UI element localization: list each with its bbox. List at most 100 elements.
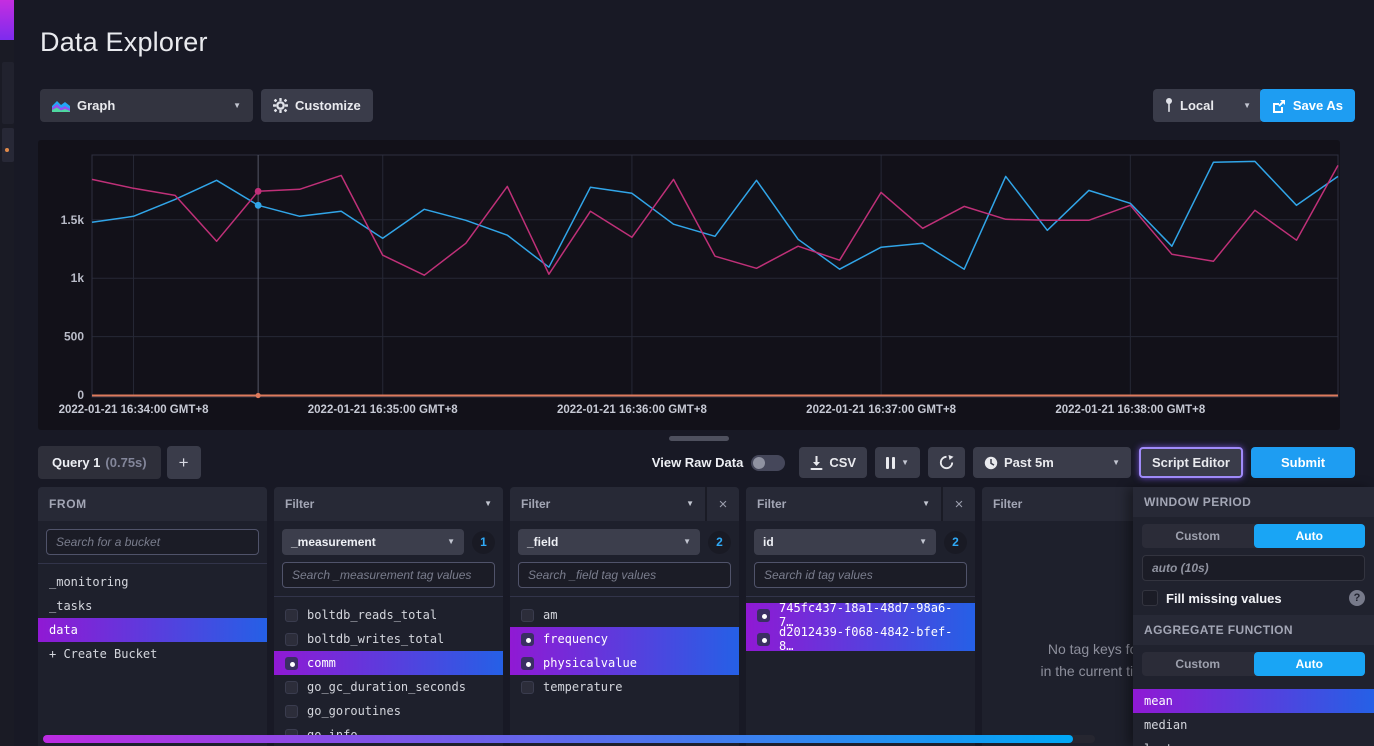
refresh-button[interactable]	[928, 447, 965, 478]
close-filter-button[interactable]: ×	[941, 487, 975, 521]
function-item[interactable]: mean	[1133, 689, 1374, 713]
submit-label: Submit	[1281, 455, 1325, 470]
chevron-down-icon: ▼	[922, 500, 930, 508]
view-type-label: Graph	[77, 98, 115, 113]
fill-missing-checkbox[interactable]	[1142, 590, 1158, 606]
filter-panel-header-row: Filter▼	[274, 487, 503, 521]
filter-panel-body: _measurement ▼ 1 boltdb_reads_total boltdb_w…	[274, 521, 503, 746]
panel-resize-handle[interactable]	[669, 436, 729, 441]
tag-key-label: _measurement	[291, 535, 376, 549]
submit-button[interactable]: Submit	[1251, 447, 1355, 478]
tag-value-search-input[interactable]	[282, 562, 495, 588]
help-icon[interactable]: ?	[1349, 590, 1365, 606]
window-custom-option[interactable]: Custom	[1142, 524, 1254, 548]
tag-value-label: go_gc_duration_seconds	[307, 680, 466, 694]
time-series-chart[interactable]: 05001k1.5k2022-01-21 16:34:00 GMT+82022-…	[38, 140, 1340, 430]
checkbox[interactable]	[285, 705, 298, 718]
csv-download-button[interactable]: CSV	[799, 447, 867, 478]
pause-button[interactable]: ▼	[875, 447, 920, 478]
window-auto-option[interactable]: Auto	[1254, 524, 1366, 548]
gear-icon	[273, 98, 288, 113]
y-tick-label: 500	[64, 330, 84, 344]
checkbox[interactable]	[521, 657, 534, 670]
add-query-button[interactable]: +	[167, 446, 201, 479]
series-orange-hover-dot	[256, 393, 261, 398]
bucket-label: _tasks	[49, 599, 92, 613]
view-raw-data-toggle[interactable]	[751, 455, 785, 471]
bucket-item[interactable]: data	[38, 618, 267, 642]
aggregate-custom-option[interactable]: Custom	[1142, 652, 1254, 676]
tag-value-row[interactable]: boltdb_reads_total	[274, 603, 503, 627]
checkbox[interactable]	[285, 657, 298, 670]
checkbox[interactable]	[521, 609, 534, 622]
window-period-input[interactable]: auto (10s)	[1142, 555, 1365, 581]
tag-value-row[interactable]: am	[510, 603, 739, 627]
view-type-dropdown[interactable]: Graph ▼	[40, 89, 253, 122]
checkbox[interactable]	[521, 633, 534, 646]
nav-rail-item[interactable]	[2, 62, 14, 124]
window-period-mode-toggle[interactable]: Custom Auto	[1142, 524, 1365, 548]
tag-key-dropdown[interactable]: _measurement ▼	[282, 529, 464, 555]
chevron-down-icon: ▼	[683, 538, 691, 546]
toggle-knob	[753, 457, 765, 469]
script-editor-button[interactable]: Script Editor	[1139, 447, 1243, 478]
checkbox[interactable]	[285, 681, 298, 694]
tag-value-label: boltdb_writes_total	[307, 632, 444, 646]
checkbox[interactable]	[521, 681, 534, 694]
tag-value-search-input[interactable]	[518, 562, 731, 588]
tag-value-search-input[interactable]	[754, 562, 967, 588]
local-dropdown[interactable]: Local ▼	[1153, 89, 1263, 122]
tag-value-row[interactable]: go_goroutines	[274, 699, 503, 723]
query-tab[interactable]: Query 1 (0.75s)	[38, 446, 161, 479]
chevron-down-icon: ▼	[686, 500, 694, 508]
pin-icon	[1165, 98, 1173, 113]
chevron-down-icon: ▼	[447, 538, 455, 546]
series-blue-line	[92, 161, 1338, 269]
chevron-down-icon: ▼	[919, 538, 927, 546]
pause-icon	[886, 457, 895, 469]
checkbox[interactable]	[285, 609, 298, 622]
aggregate-auto-option[interactable]: Auto	[1254, 652, 1366, 676]
tag-value-row[interactable]: d2012439-f068-4842-bfef-8…	[746, 627, 975, 651]
bucket-list: _monitoring _tasksdata+ Create Bucket	[38, 564, 267, 746]
bucket-item[interactable]: _monitoring	[38, 570, 267, 594]
checkbox-dot	[526, 662, 531, 667]
tag-value-row[interactable]: go_gc_duration_seconds	[274, 675, 503, 699]
app-logo[interactable]	[0, 0, 14, 40]
save-as-label: Save As	[1293, 98, 1343, 113]
function-item[interactable]: last	[1133, 737, 1374, 746]
save-as-button[interactable]: Save As	[1260, 89, 1355, 122]
selected-count-badge: 1	[472, 531, 495, 554]
tag-value-row[interactable]: 745fc437-18a1-48d7-98a6-7…	[746, 603, 975, 627]
nav-rail-item[interactable]	[2, 128, 14, 162]
aggregate-function-header: AGGREGATE FUNCTION	[1133, 615, 1374, 645]
tag-value-row[interactable]: frequency	[510, 627, 739, 651]
tag-key-row: _measurement ▼ 1	[282, 529, 495, 555]
customize-button[interactable]: Customize	[261, 89, 373, 122]
function-item[interactable]: median	[1133, 713, 1374, 737]
tag-value-row[interactable]: comm	[274, 651, 503, 675]
tag-value-row[interactable]: temperature	[510, 675, 739, 699]
selected-count-badge: 2	[944, 531, 967, 554]
plot-border	[92, 155, 1338, 397]
chart-svg: 05001k1.5k2022-01-21 16:34:00 GMT+82022-…	[38, 140, 1340, 430]
filter-panel: Filter▼×id▼2745fc437-18a1-48d7-98a6-7…d2…	[746, 487, 975, 746]
bucket-label: _monitoring	[49, 575, 128, 589]
series-magenta-hover-dot	[255, 188, 262, 195]
tag-key-dropdown[interactable]: id▼	[754, 529, 936, 555]
checkbox[interactable]	[285, 633, 298, 646]
bucket-item[interactable]: _tasks	[38, 594, 267, 618]
clock-icon	[984, 456, 998, 470]
time-range-dropdown[interactable]: Past 5m ▼	[973, 447, 1131, 478]
tag-value-row[interactable]: physicalvalue	[510, 651, 739, 675]
tag-value-row[interactable]: boltdb_writes_total	[274, 627, 503, 651]
close-filter-button[interactable]: ×	[705, 487, 739, 521]
bucket-search-input[interactable]	[46, 529, 259, 555]
aggregate-mode-toggle[interactable]: Custom Auto	[1142, 652, 1365, 676]
tag-key-dropdown[interactable]: _field▼	[518, 529, 700, 555]
horizontal-scrollbar-thumb[interactable]	[43, 735, 1073, 743]
checkbox[interactable]	[757, 609, 770, 622]
checkbox-dot	[762, 614, 767, 619]
create-bucket-link[interactable]: + Create Bucket	[38, 642, 267, 666]
checkbox[interactable]	[757, 633, 770, 646]
